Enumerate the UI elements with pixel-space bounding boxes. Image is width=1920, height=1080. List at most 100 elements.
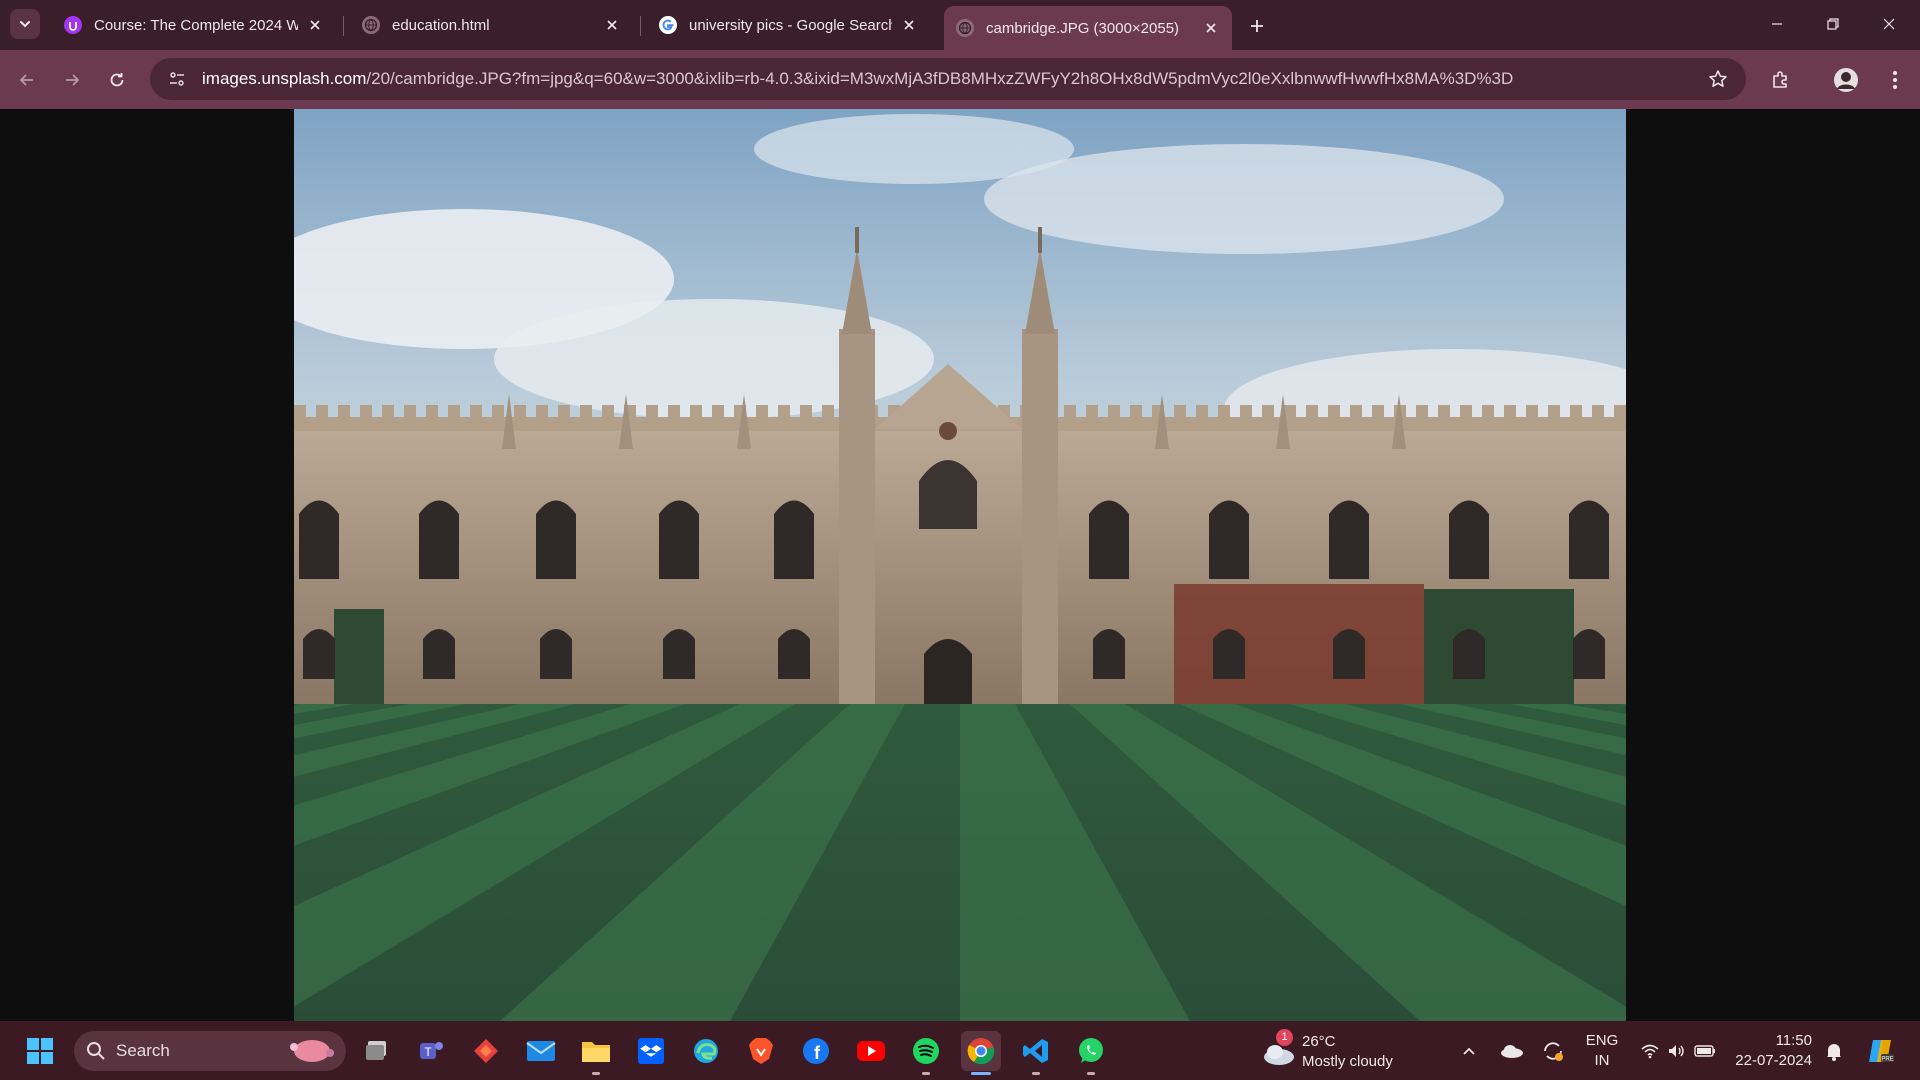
globe-icon — [362, 16, 380, 34]
weather-description: Mostly cloudy — [1302, 1053, 1393, 1070]
arrow-right-icon — [66, 74, 80, 86]
language-code: ENG — [1585, 1032, 1619, 1049]
office-icon — [474, 1039, 498, 1063]
input-language-indicator[interactable]: ENG IN — [1580, 1030, 1624, 1072]
svg-text:PRE: PRE — [1881, 1057, 1893, 1063]
tab-title: education.html — [392, 16, 490, 34]
close-icon[interactable] — [306, 16, 324, 34]
dropbox-icon — [638, 1038, 664, 1064]
edge-button[interactable] — [686, 1031, 726, 1071]
puzzle-icon — [1773, 71, 1787, 88]
close-icon[interactable] — [900, 16, 918, 34]
office-button[interactable] — [466, 1031, 506, 1071]
new-tab-button[interactable] — [1243, 12, 1271, 40]
task-view-icon — [366, 1041, 386, 1060]
show-hidden-icons-button[interactable] — [1454, 1031, 1484, 1071]
weather-widget[interactable]: 1 26°C Mostly cloudy — [1260, 1029, 1410, 1073]
tab-education[interactable]: education.html — [350, 6, 633, 44]
college-building-image — [294, 109, 1626, 1021]
facebook-button[interactable]: f — [796, 1031, 836, 1071]
onedrive-icon — [1501, 1045, 1523, 1058]
clock[interactable]: 11:50 22-07-2024 — [1728, 1030, 1812, 1072]
reload-button[interactable] — [101, 64, 133, 96]
site-info-icon[interactable] — [164, 66, 190, 92]
quick-settings-button[interactable] — [1636, 1031, 1720, 1071]
close-icon[interactable] — [603, 16, 621, 34]
chrome-icon — [967, 1038, 995, 1065]
avatar — [1834, 68, 1858, 92]
bookmark-star-icon[interactable] — [1706, 67, 1730, 91]
start-button[interactable] — [20, 1031, 60, 1071]
dropbox-button[interactable] — [631, 1031, 671, 1071]
close-window-button[interactable] — [1866, 6, 1912, 42]
whatsapp-button[interactable] — [1071, 1031, 1111, 1075]
tab-cambridge-image[interactable]: cambridge.JPG (3000×2055) — [944, 6, 1232, 50]
close-icon — [1883, 18, 1895, 30]
browser-toolbar: images.unsplash.com/20/cambridge.JPG?fm=… — [0, 50, 1920, 109]
whatsapp-icon — [1079, 1038, 1103, 1063]
minimize-button[interactable] — [1754, 6, 1800, 42]
sync-icon — [1544, 1042, 1563, 1061]
browser-menu-button[interactable] — [1879, 64, 1911, 96]
youtube-button[interactable] — [851, 1031, 891, 1071]
udemy-icon — [64, 16, 82, 34]
weather-badge: 1 — [1276, 1029, 1293, 1046]
task-view-button[interactable] — [357, 1031, 397, 1071]
restore-button[interactable] — [1810, 6, 1856, 42]
url-host: images.unsplash.com — [202, 69, 367, 88]
reload-icon — [110, 73, 124, 87]
arrow-left-icon — [19, 74, 33, 86]
tab-separator — [343, 16, 344, 36]
search-label: Search — [116, 1041, 170, 1060]
running-indicator — [592, 1072, 600, 1075]
bell-icon — [1827, 1044, 1841, 1061]
tab-title: university pics - Google Search — [689, 16, 892, 34]
file-explorer-button[interactable] — [576, 1031, 616, 1075]
page-viewport — [0, 109, 1920, 1021]
tab-google-search[interactable]: university pics - Google Search — [647, 6, 930, 44]
tab-strip: Course: The Complete 2024 We education.h… — [0, 0, 1920, 50]
more-vertical-icon — [1893, 71, 1897, 89]
spotify-button[interactable] — [906, 1031, 946, 1075]
mail-button[interactable] — [521, 1031, 561, 1071]
google-icon — [659, 16, 677, 34]
copilot-icon: PRE — [1869, 1040, 1894, 1063]
brave-button[interactable] — [741, 1031, 781, 1071]
tab-title: cambridge.JPG (3000×2055) — [986, 19, 1180, 37]
notifications-button[interactable] — [1818, 1031, 1850, 1071]
url-path: /20/cambridge.JPG?fm=jpg&q=60&w=3000&ixl… — [366, 69, 1514, 88]
clock-time: 11:50 — [1775, 1032, 1812, 1049]
onedrive-button[interactable] — [1497, 1031, 1527, 1071]
wifi-icon — [1641, 1044, 1659, 1059]
tab-search-button[interactable] — [10, 9, 40, 39]
facebook-icon: f — [803, 1038, 829, 1064]
cambridge-photo[interactable] — [294, 109, 1626, 1021]
chevron-up-icon — [1463, 1047, 1475, 1055]
search-highlight-icon — [290, 1040, 334, 1062]
spotify-icon — [913, 1038, 939, 1064]
chevron-down-icon — [20, 21, 30, 28]
teams-button[interactable]: T — [411, 1031, 451, 1071]
profile-button[interactable] — [1830, 64, 1862, 96]
address-bar[interactable]: images.unsplash.com/20/cambridge.JPG?fm=… — [150, 58, 1746, 100]
url-text: images.unsplash.com/20/cambridge.JPG?fm=… — [202, 69, 1682, 89]
clock-date: 22-07-2024 — [1735, 1052, 1812, 1069]
chrome-button[interactable] — [961, 1031, 1001, 1075]
sync-button[interactable] — [1538, 1031, 1568, 1071]
folder-icon — [582, 1042, 610, 1062]
forward-button[interactable] — [56, 64, 88, 96]
close-icon[interactable] — [1202, 19, 1220, 37]
back-button[interactable] — [11, 64, 43, 96]
teams-icon: T — [420, 1042, 443, 1059]
running-indicator — [1032, 1072, 1040, 1075]
tab-course[interactable]: Course: The Complete 2024 We — [52, 6, 336, 44]
extensions-button[interactable] — [1764, 64, 1796, 96]
copilot-button[interactable]: PRE — [1860, 1031, 1900, 1071]
tab-separator — [640, 16, 641, 36]
vscode-button[interactable] — [1016, 1031, 1056, 1075]
windows-taskbar: Search T f 1 26°C Mostly cloudy ENG IN 1… — [0, 1021, 1920, 1080]
weather-temp: 26°C — [1302, 1033, 1336, 1050]
brave-icon — [749, 1038, 773, 1064]
taskbar-search-box[interactable]: Search — [74, 1031, 346, 1071]
mail-icon — [526, 1041, 556, 1061]
